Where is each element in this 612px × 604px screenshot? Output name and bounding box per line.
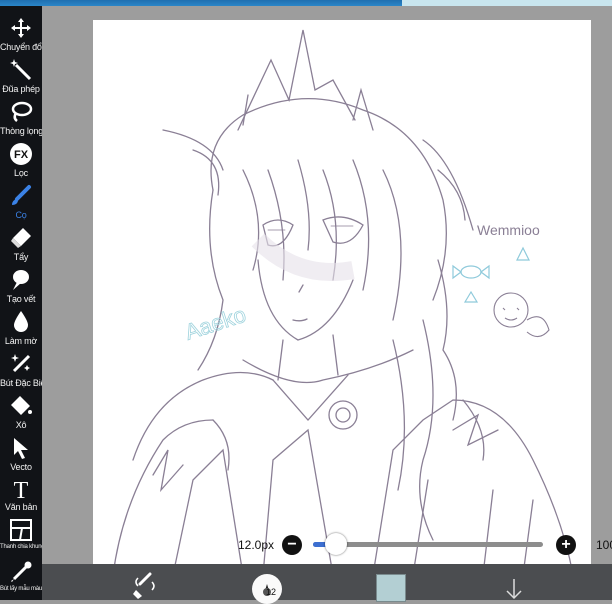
move-icon (11, 18, 31, 38)
tool-smudge[interactable]: Tạo vết (0, 268, 42, 304)
tool-vector[interactable]: Vecto (0, 436, 42, 472)
bottom-action-bar (42, 564, 612, 600)
magic-wand-icon (10, 59, 32, 81)
tool-magic-wand[interactable]: Đũa phép (0, 58, 42, 94)
increase-size-button[interactable]: + (556, 535, 576, 555)
smudge-icon (13, 270, 29, 290)
tool-eraser[interactable]: Tẩy (0, 226, 42, 262)
tool-bucket[interactable]: Xô (0, 394, 42, 430)
tool-label: Làm mờ (4, 336, 38, 346)
tool-label: Bút lấy mẫu màu (0, 586, 43, 592)
tool-label: Lọc (14, 168, 28, 178)
tool-transform[interactable]: Chuyển đổi (0, 16, 44, 52)
tool-special-pen[interactable]: Bút Đặc Biệt (0, 352, 48, 388)
brush-size-badge: 12 (266, 587, 277, 597)
tool-label: Thòng lọng (0, 126, 44, 136)
tool-brush[interactable]: Cọ (0, 184, 42, 220)
lasso-icon (11, 101, 33, 122)
eyedropper-icon (11, 561, 32, 582)
tool-label: Vecto (10, 462, 32, 472)
vector-cursor-icon (14, 438, 28, 459)
tool-label: Đũa phép (2, 84, 40, 94)
arrow-down-icon[interactable] (504, 578, 524, 600)
tool-label: Văn bản (4, 502, 38, 512)
current-color-swatch[interactable] (376, 574, 406, 602)
tool-label: Xô (15, 420, 27, 430)
brush-eraser-swap-icon[interactable] (132, 572, 158, 600)
tool-label: Bút Đặc Biệt (0, 378, 48, 388)
text-icon: T (14, 478, 29, 500)
doodle-mascot-icon (493, 292, 550, 338)
text-icon-glyph: T (14, 478, 29, 500)
tool-sidebar: Chuyển đổi Đũa phép Thòng lọng FX Lọc Cọ (0, 6, 48, 600)
fx-icon-text: FX (14, 149, 29, 161)
frame-divider-icon (10, 519, 32, 541)
brush-size-slider-handle[interactable] (325, 533, 347, 555)
bucket-icon (11, 396, 32, 415)
tool-label: Thanh chia khung (0, 544, 45, 550)
tool-label: Tẩy (13, 252, 29, 262)
minus-icon: − (287, 536, 297, 553)
blur-drop-icon (14, 311, 28, 332)
tool-text[interactable]: T Văn bản (0, 476, 42, 512)
decrease-size-button[interactable]: − (282, 535, 302, 555)
tool-label: Chuyển đổi (0, 42, 44, 52)
tool-eyedropper[interactable]: Bút lấy mẫu màu (0, 560, 42, 593)
drawing-canvas[interactable]: Aaeko Wemmioo (93, 20, 591, 576)
special-pen-icon (11, 354, 31, 373)
tool-label: Tạo vết (6, 294, 36, 304)
brush-opacity-value: 100 (596, 538, 612, 552)
brush-size-slider[interactable] (313, 542, 543, 547)
tool-blur[interactable]: Làm mờ (0, 310, 42, 346)
eraser-icon (11, 228, 31, 248)
brush-icon (12, 185, 31, 205)
tool-lasso[interactable]: Thòng lọng (0, 100, 44, 136)
plus-icon: + (561, 536, 571, 553)
tool-filter[interactable]: FX Lọc (0, 142, 42, 178)
brush-size-value: 12.0px (238, 538, 275, 552)
watermark-text: Wemmioo (477, 222, 540, 238)
signature-text: Aaeko (182, 302, 249, 345)
sketch-artwork: Aaeko Wemmioo (112, 29, 574, 576)
tool-label: Cọ (15, 210, 27, 220)
tool-frame-divider[interactable]: Thanh chia khung (0, 518, 45, 551)
fx-icon: FX (10, 143, 32, 165)
